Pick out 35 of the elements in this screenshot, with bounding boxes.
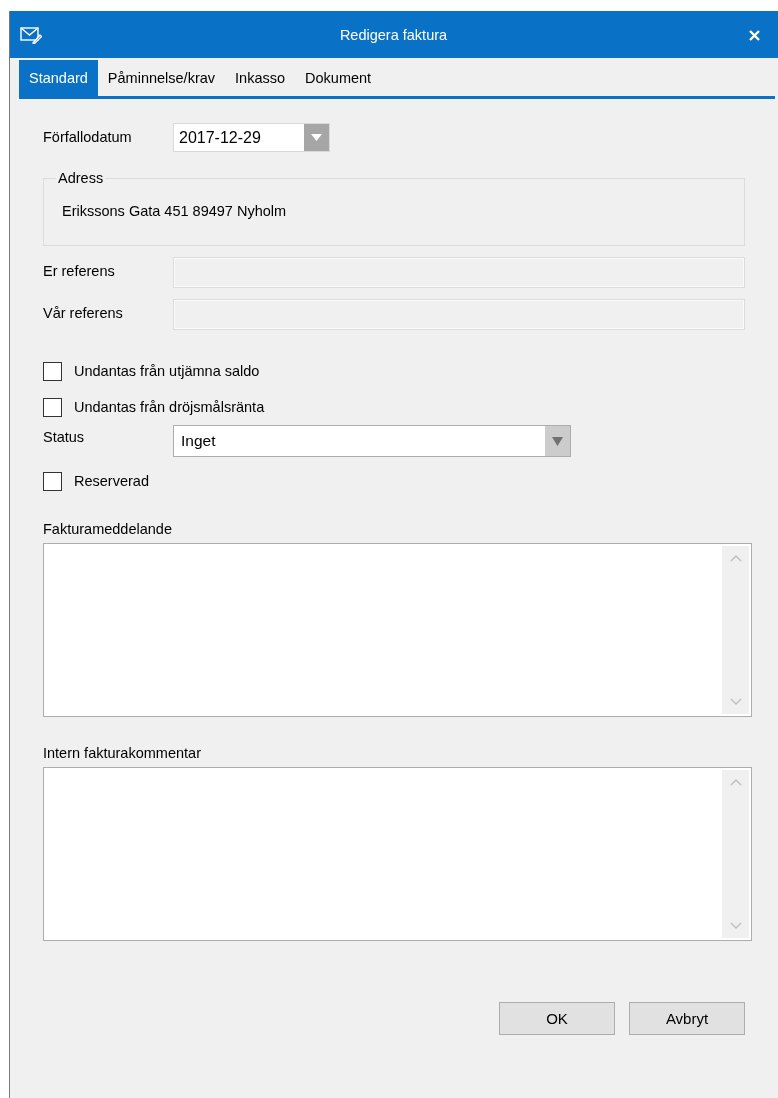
dropdown-arrow-icon xyxy=(311,134,322,141)
date-picker[interactable]: 2017-12-29 xyxy=(173,123,330,152)
checkbox-label: Undantas från dröjsmålsränta xyxy=(74,399,265,415)
tab[interactable]: Dokument xyxy=(295,60,382,96)
checkbox[interactable] xyxy=(43,397,62,417)
status-dropdown[interactable]: Inget xyxy=(173,425,571,457)
checkbox-label: Reserverad xyxy=(74,473,149,489)
address-text: Erikssons Gata 451 89497 Nyholm xyxy=(62,203,287,219)
tab[interactable]: Påminnelse/krav xyxy=(97,60,226,96)
text-area[interactable] xyxy=(43,543,752,717)
checkbox[interactable] xyxy=(43,361,62,381)
checkbox-label: Undantas från utjämna saldo xyxy=(74,363,260,379)
envelope-pencil-icon xyxy=(20,25,42,44)
field-label: Vår referens xyxy=(43,304,124,321)
scrollbar[interactable] xyxy=(722,546,749,714)
scroll-up-icon[interactable] xyxy=(729,778,742,786)
scroll-up-icon[interactable] xyxy=(729,554,742,562)
cancel-button[interactable]: Avbryt xyxy=(629,1002,745,1035)
field-label: Förfallodatum xyxy=(43,128,133,145)
scrollbar[interactable] xyxy=(722,770,749,938)
field-label: Er referens xyxy=(43,262,116,279)
group-legend: Adress xyxy=(56,170,106,186)
close-icon xyxy=(749,30,760,41)
scroll-down-icon[interactable] xyxy=(729,922,742,930)
text-area[interactable] xyxy=(43,767,752,941)
field-label: Intern fakturakommentar xyxy=(43,745,201,761)
field-label: Status xyxy=(43,428,86,445)
checkbox[interactable] xyxy=(43,471,62,491)
dropdown-arrow-icon xyxy=(552,436,563,446)
window-title: Redigera faktura xyxy=(338,26,449,43)
field-label: Fakturameddelande xyxy=(43,521,172,537)
ok-button[interactable]: OK xyxy=(499,1002,615,1035)
scroll-down-icon[interactable] xyxy=(729,698,742,706)
tab[interactable]: Standard xyxy=(19,60,98,96)
tab[interactable]: Inkasso xyxy=(225,60,296,96)
